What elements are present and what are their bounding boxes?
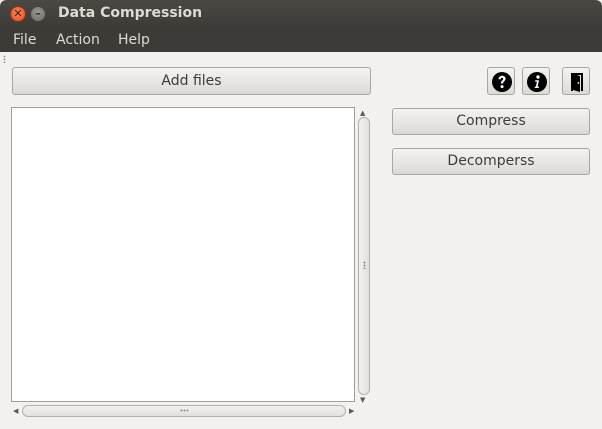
menu-file[interactable]: File <box>13 32 36 48</box>
toolbar-grip[interactable] <box>3 55 6 63</box>
scroll-up-icon[interactable]: ▲ <box>360 109 365 117</box>
menu-bar: File Action Help <box>0 28 602 52</box>
vertical-scroll-thumb[interactable] <box>358 117 370 395</box>
horizontal-scrollbar[interactable]: ◀ ▶ <box>11 404 357 418</box>
scroll-down-icon[interactable]: ▼ <box>360 396 365 404</box>
help-button[interactable] <box>487 67 515 95</box>
horizontal-scroll-thumb[interactable] <box>22 405 346 417</box>
scroll-left-icon[interactable]: ◀ <box>13 407 18 415</box>
file-list[interactable] <box>11 107 355 402</box>
window-close-button[interactable]: ✕ <box>10 6 26 22</box>
minimize-icon: – <box>35 7 41 20</box>
info-icon <box>527 72 547 92</box>
add-files-button[interactable]: Add files <box>12 67 371 95</box>
window-minimize-button[interactable]: – <box>30 6 46 22</box>
menu-help[interactable]: Help <box>118 32 150 48</box>
decompress-button[interactable]: Decomperss <box>392 148 590 175</box>
app-window: ✕ – Data Compression File Action Help Ad… <box>0 0 602 429</box>
compress-button[interactable]: Compress <box>392 108 590 135</box>
scroll-grip-icon <box>363 261 366 269</box>
info-button[interactable] <box>522 67 550 95</box>
scroll-grip-icon <box>180 409 189 412</box>
title-bar[interactable]: ✕ – Data Compression <box>0 0 602 28</box>
exit-door-icon <box>571 73 583 92</box>
menu-action[interactable]: Action <box>56 32 100 48</box>
close-icon: ✕ <box>13 7 23 20</box>
vertical-scrollbar[interactable]: ▲ ▼ <box>357 107 371 405</box>
exit-button[interactable] <box>562 67 590 95</box>
help-icon <box>492 72 512 92</box>
window-title: Data Compression <box>58 5 203 21</box>
scroll-right-icon[interactable]: ▶ <box>349 407 354 415</box>
